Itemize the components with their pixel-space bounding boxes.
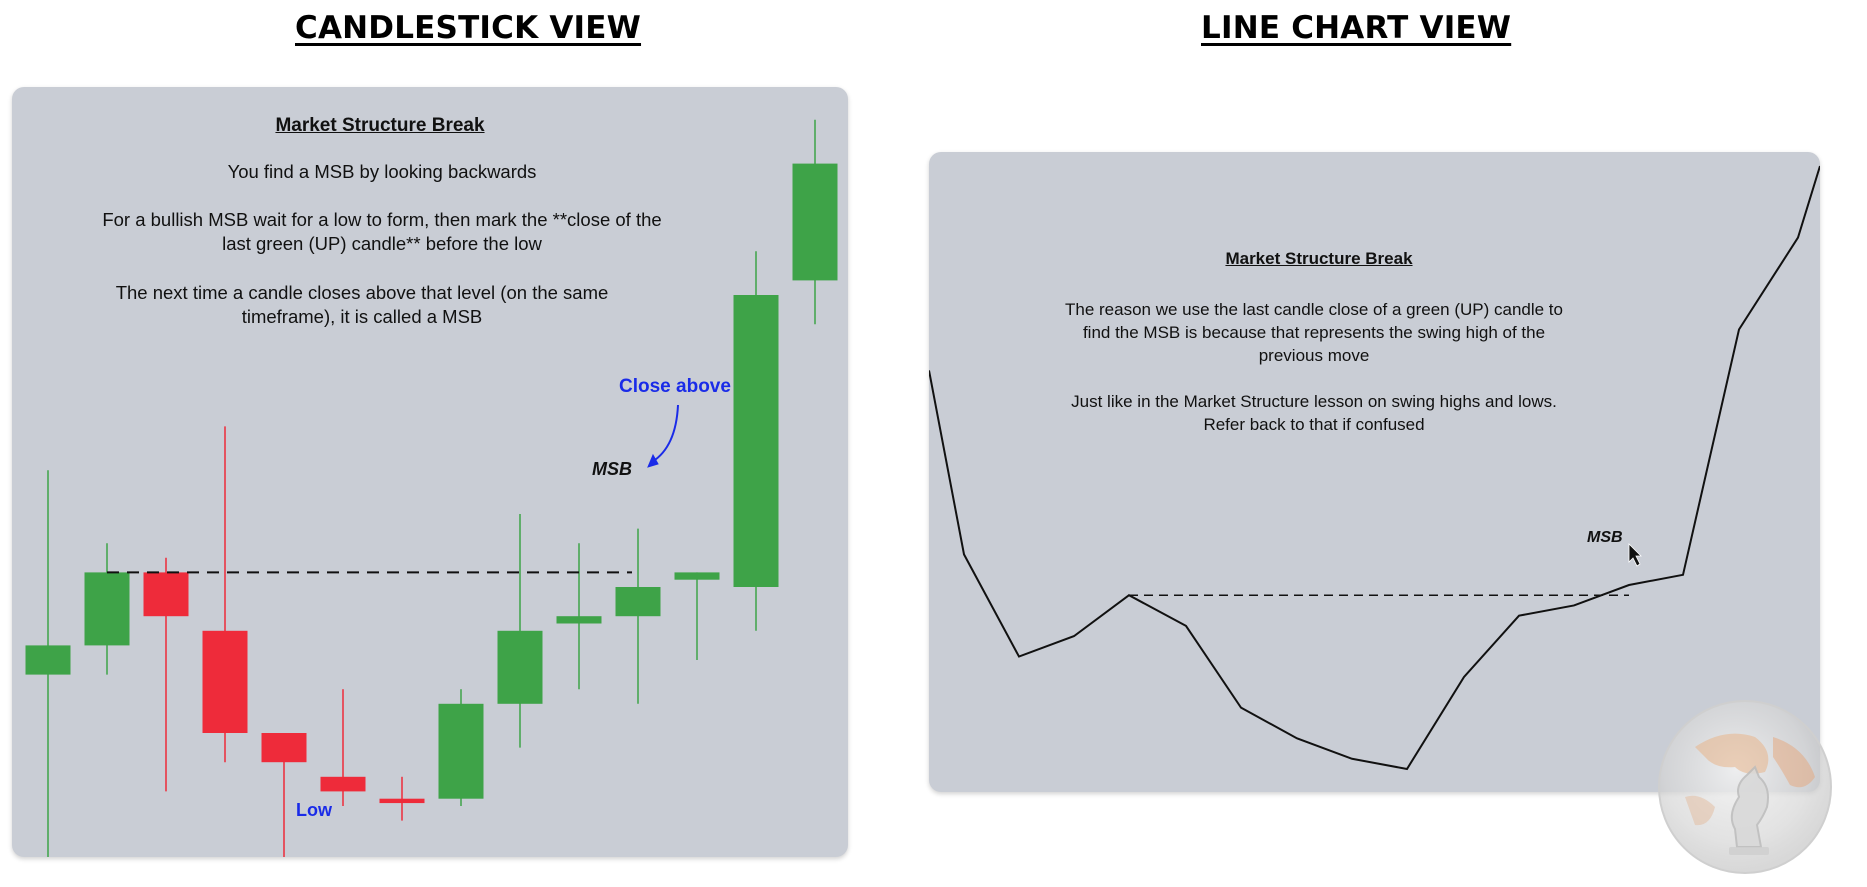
candlestick-text-line-3b: timeframe), it is called a MSB — [241, 306, 483, 327]
candlestick-text-line-2a: For a bullish MSB wait for a low to form… — [102, 209, 662, 230]
down-candle — [202, 630, 248, 733]
up-candle — [25, 645, 71, 675]
line-text-line-1b: find the MSB is because that represents … — [1082, 323, 1546, 342]
down-candle — [379, 798, 425, 804]
line-panel-title: Market Structure Break — [1225, 249, 1413, 268]
candlestick-panel: Market Structure Break You find a MSB by… — [12, 87, 848, 857]
up-candle — [438, 703, 484, 799]
close-above-label: Close above — [619, 376, 731, 397]
up-candle — [556, 616, 602, 624]
candlestick-msb-label: MSB — [592, 459, 632, 479]
candlestick-chart — [25, 119, 838, 857]
mouse-pointer-icon — [1628, 543, 1642, 567]
line-msb-label: MSB — [1587, 529, 1623, 546]
low-label: Low — [296, 800, 332, 820]
down-candle — [143, 572, 189, 617]
candlestick-view-heading: CANDLESTICK VIEW — [295, 10, 642, 46]
candlestick-text-line-3a: The next time a candle closes above that… — [115, 282, 609, 303]
down-candle — [320, 776, 366, 792]
arrow-head-icon — [647, 453, 659, 468]
up-candle — [792, 163, 838, 281]
candlestick-text-line-1: You find a MSB by looking backwards — [227, 161, 537, 182]
candlestick-text-line-2b: last green (UP) candle** before the low — [222, 233, 542, 254]
line-chart-panel: Market Structure Break The reason we use… — [929, 152, 1820, 792]
line-text-line-2b: Refer back to that if confused — [1203, 415, 1425, 434]
globe-knight-logo-icon — [1658, 700, 1832, 874]
up-candle — [733, 295, 779, 587]
line-text-line-1c: previous move — [1258, 346, 1370, 365]
line-text-line-1a: The reason we use the last candle close … — [1064, 300, 1563, 319]
up-candle — [84, 572, 130, 646]
down-candle — [261, 733, 307, 763]
line-chart-view-heading: LINE CHART VIEW — [1201, 10, 1512, 46]
line-text-line-2a: Just like in the Market Structure lesson… — [1071, 392, 1557, 411]
candlestick-panel-title: Market Structure Break — [275, 115, 485, 136]
close-above-arrow — [651, 404, 679, 463]
up-candle — [497, 630, 543, 704]
line-chart — [929, 165, 1820, 771]
up-candle — [615, 587, 661, 617]
up-candle — [674, 572, 720, 580]
